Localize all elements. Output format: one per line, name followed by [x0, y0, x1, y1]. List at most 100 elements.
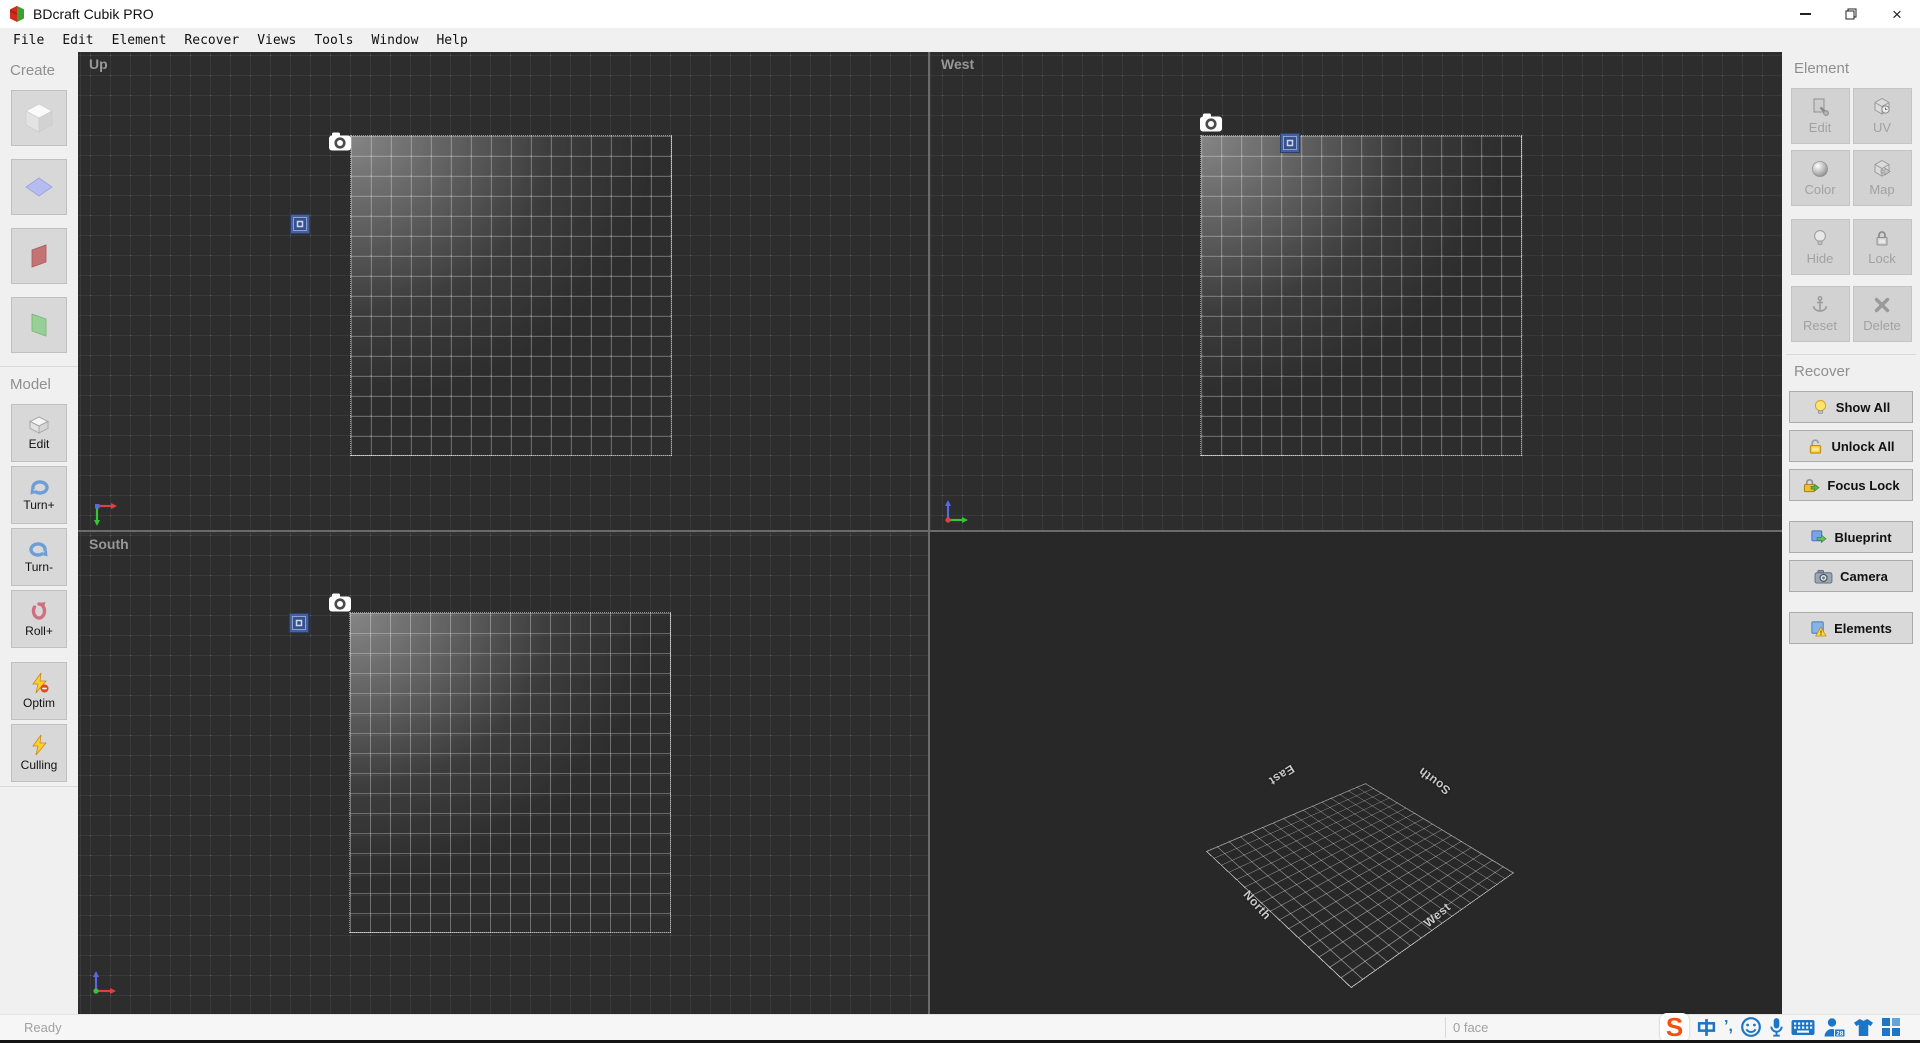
element-section-header: Element — [1794, 60, 1850, 77]
recover-blueprint-button[interactable]: Blueprint — [1789, 521, 1913, 553]
element-color-button[interactable]: Color — [1790, 150, 1850, 206]
reset-anchor-icon — [1812, 296, 1828, 312]
menu-recover[interactable]: Recover — [175, 31, 248, 50]
recover-camera-button[interactable]: Camera — [1789, 560, 1913, 592]
map-cube-arrow-icon — [1874, 159, 1891, 177]
model-roll-plus-button[interactable]: Roll+ — [11, 590, 67, 648]
sogou-input-icon[interactable]: S — [1660, 1012, 1689, 1042]
viewport-west[interactable]: West — [930, 52, 1782, 532]
element-reset-button[interactable]: Reset — [1790, 286, 1850, 342]
model-turn-minus-label: Turn- — [24, 560, 54, 574]
workplane-grid — [350, 135, 672, 456]
element-uv-button[interactable]: UV — [1852, 88, 1912, 144]
element-delete-button[interactable]: Delete — [1852, 286, 1912, 342]
workplane-grid — [1200, 135, 1522, 456]
recover-focus-lock-label: Focus Lock — [1827, 477, 1900, 493]
punctuation-mode-icon[interactable]: ’, — [1724, 1018, 1733, 1036]
create-section-header: Create — [10, 62, 56, 79]
camera-gizmo-icon[interactable] — [329, 132, 351, 151]
viewport-south[interactable]: South — [78, 532, 930, 1014]
create-plane-vertical-red-button[interactable] — [11, 228, 67, 284]
turn-plus-icon — [30, 480, 49, 495]
ime-tray: S ’, 28 — [1660, 1011, 1901, 1043]
model-edit-button[interactable]: Edit — [11, 404, 67, 462]
user-profile-icon[interactable]: 28 — [1822, 1016, 1846, 1039]
perspective-stage — [1170, 672, 1550, 1014]
main-area: Create Model Edit Turn+ Turn- Roll+ Opti… — [0, 52, 1920, 1014]
turn-minus-icon — [29, 542, 48, 557]
recover-elements-button[interactable]: Elements — [1789, 612, 1913, 644]
skin-icon[interactable] — [1853, 1018, 1874, 1037]
virtual-keyboard-icon[interactable] — [1791, 1019, 1815, 1036]
menu-help[interactable]: Help — [427, 31, 476, 50]
element-map-label: Map — [1869, 182, 1895, 197]
lock-icon — [1876, 231, 1888, 246]
recover-unlock-all-button[interactable]: Unlock All — [1789, 430, 1913, 462]
unlock-all-icon — [1810, 438, 1822, 454]
menu-file[interactable]: File — [4, 31, 53, 50]
blueprint-icon — [1811, 529, 1827, 543]
element-color-label: Color — [1804, 182, 1836, 197]
blueprint-marker-icon[interactable] — [289, 613, 309, 633]
model-culling-button[interactable]: Culling — [11, 724, 67, 782]
close-icon: × — [1892, 4, 1902, 24]
camera-gizmo-icon[interactable] — [1200, 113, 1222, 132]
element-edit-button[interactable]: Edit — [1790, 88, 1850, 144]
sidebar-separator — [0, 366, 78, 367]
right-panel: Element Edit UV Color Map Hide Lock Rese… — [1782, 52, 1920, 1014]
create-cube-button[interactable] — [11, 90, 67, 146]
camera-gizmo-icon[interactable] — [329, 593, 351, 612]
element-button-row: Color Map — [1782, 150, 1920, 206]
plane-vertical-red-icon — [31, 244, 47, 268]
menu-tools[interactable]: Tools — [305, 31, 362, 50]
blueprint-marker-icon[interactable] — [1280, 133, 1300, 153]
axis-gizmo-icon — [93, 971, 116, 994]
menu-views[interactable]: Views — [248, 31, 305, 50]
menu-window[interactable]: Window — [363, 31, 428, 50]
toolbox-grid-icon[interactable] — [1881, 1017, 1901, 1037]
element-map-button[interactable]: Map — [1852, 150, 1912, 206]
blueprint-marker-icon[interactable] — [290, 214, 310, 234]
element-delete-label: Delete — [1863, 318, 1901, 333]
delete-x-icon — [1874, 297, 1890, 313]
elements-warning-icon — [1811, 620, 1827, 636]
model-roll-plus-label: Roll+ — [25, 624, 53, 638]
axis-gizmo-icon — [945, 500, 968, 523]
minimize-button[interactable] — [1782, 0, 1828, 28]
title-bar: BDcraft Cubik PRO × — [0, 0, 1920, 28]
model-optim-label: Optim — [22, 696, 55, 710]
viewport-up[interactable]: Up — [78, 52, 930, 532]
model-turn-plus-button[interactable]: Turn+ — [11, 466, 67, 524]
viewport-area: Up West South East South North West — [78, 52, 1782, 1014]
element-lock-button[interactable]: Lock — [1852, 219, 1912, 275]
left-toolbar: Create Model Edit Turn+ Turn- Roll+ Opti… — [0, 52, 78, 1014]
perspective-floor-grid — [1205, 783, 1515, 989]
element-button-row: Hide Lock — [1782, 219, 1920, 275]
chinese-mode-icon[interactable] — [1696, 1017, 1717, 1038]
model-optim-button[interactable]: Optim — [11, 662, 67, 720]
restore-button[interactable] — [1828, 0, 1874, 28]
model-cube-icon — [28, 416, 50, 434]
element-hide-button[interactable]: Hide — [1790, 219, 1850, 275]
create-plane-horizontal-button[interactable] — [11, 159, 67, 215]
menu-element[interactable]: Element — [103, 31, 176, 50]
recover-section-header: Recover — [1794, 363, 1850, 380]
plane-horizontal-icon — [25, 177, 53, 197]
close-button[interactable]: × — [1874, 0, 1920, 28]
recover-unlock-all-label: Unlock All — [1831, 438, 1895, 454]
status-separator — [1445, 1017, 1446, 1038]
viewport-perspective[interactable]: East South North West — [930, 532, 1782, 1014]
menu-edit[interactable]: Edit — [53, 31, 102, 50]
voice-input-icon[interactable] — [1769, 1017, 1784, 1038]
viewport-up-label: Up — [89, 56, 108, 72]
restore-icon — [1845, 8, 1857, 20]
recover-show-all-button[interactable]: Show All — [1789, 391, 1913, 423]
model-turn-minus-button[interactable]: Turn- — [11, 528, 67, 586]
uv-cube-clock-icon — [1874, 97, 1890, 115]
create-plane-vertical-green-button[interactable] — [11, 297, 67, 353]
emoji-picker-icon[interactable] — [1740, 1016, 1762, 1038]
recover-blueprint-label: Blueprint — [1834, 529, 1892, 545]
viewport-west-label: West — [941, 56, 975, 72]
recover-focus-lock-button[interactable]: Focus Lock — [1789, 469, 1913, 501]
menu-bar: File Edit Element Recover Views Tools Wi… — [0, 28, 1920, 52]
